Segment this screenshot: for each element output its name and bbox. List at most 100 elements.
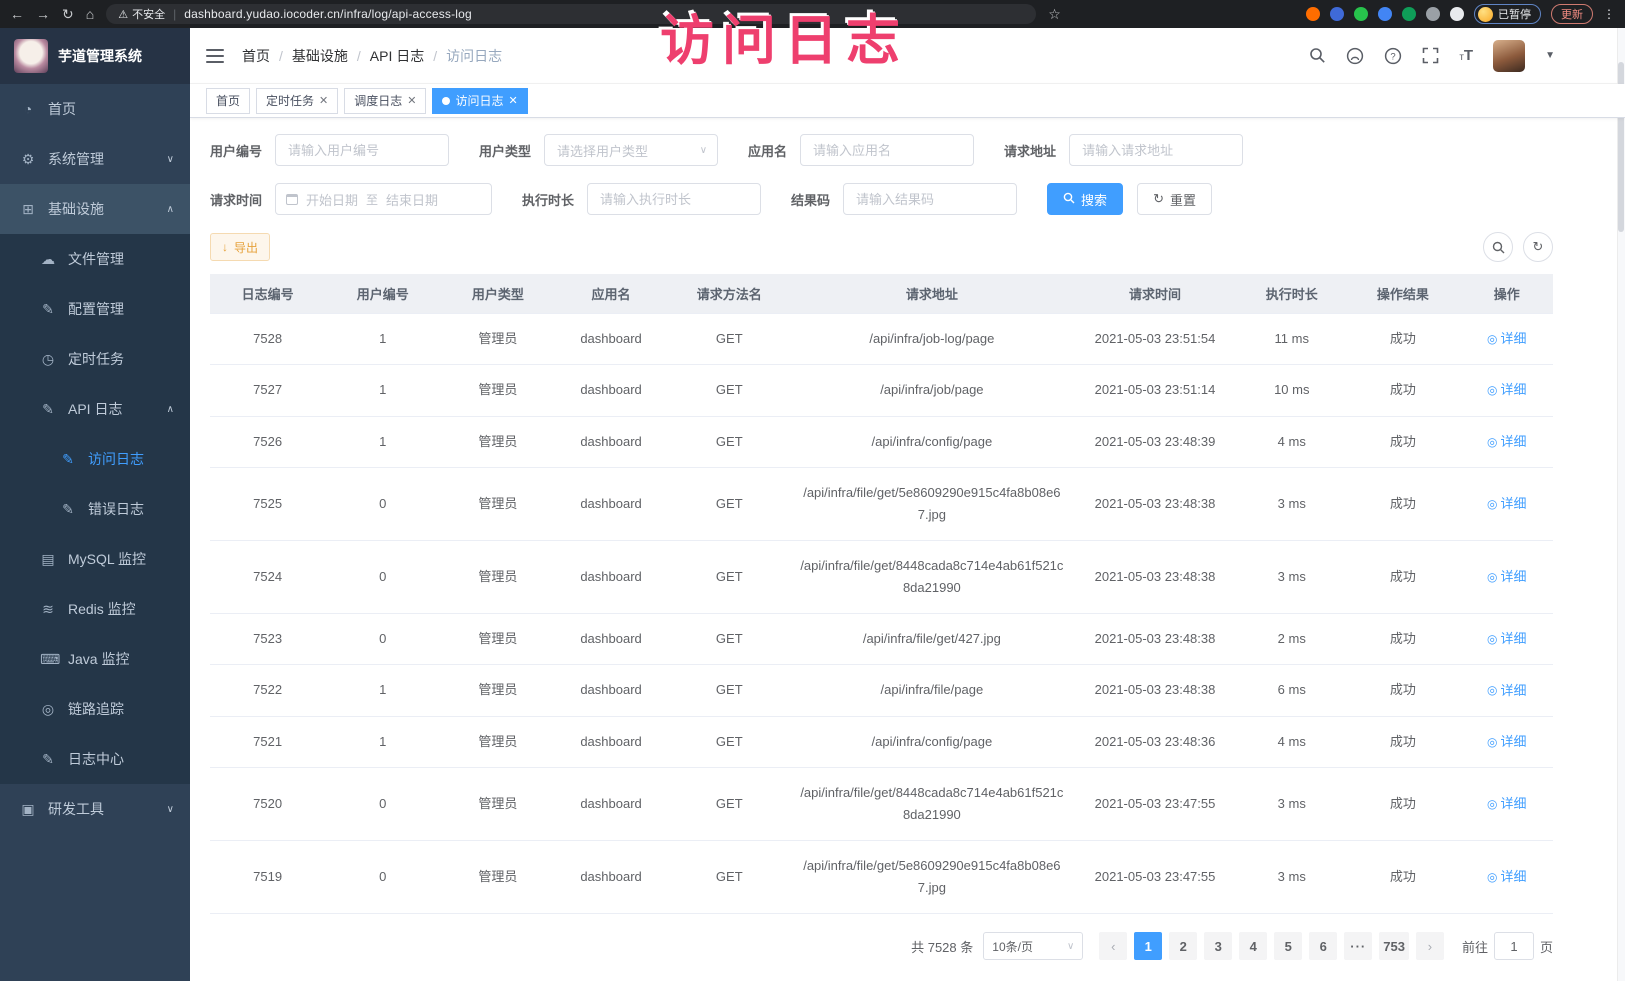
detail-link[interactable]: ◎详细	[1487, 680, 1527, 702]
app-name-input[interactable]	[800, 134, 974, 166]
app-logo[interactable]: 芋道管理系统	[0, 28, 190, 84]
pagination: 共 7528 条 10条/页 ∨ ‹ 1 2 3 4 5 6 ··· 753 ›	[210, 932, 1553, 960]
browser-profile-chip[interactable]: 已暂停	[1474, 4, 1541, 24]
goto-page-input[interactable]	[1494, 932, 1534, 960]
edit-icon: ✎	[40, 301, 56, 318]
chevron-down-icon[interactable]: ▼	[1545, 50, 1555, 61]
result-code-input[interactable]	[843, 183, 1017, 215]
extension-icon-3[interactable]	[1354, 7, 1368, 21]
sidebar-item-error-log[interactable]: ✎ 错误日志	[0, 484, 190, 534]
sidebar-item-config[interactable]: ✎ 配置管理	[0, 284, 190, 334]
request-url-input[interactable]	[1069, 134, 1243, 166]
tab-access-log[interactable]: 访问日志 ✕	[432, 88, 527, 114]
close-icon[interactable]: ✕	[407, 94, 416, 107]
sidebar-item-redis[interactable]: ≋ Redis 监控	[0, 584, 190, 634]
bookmark-star-icon[interactable]: ☆	[1048, 7, 1061, 21]
scrollbar-track[interactable]	[1617, 28, 1625, 981]
sidebar-item-job[interactable]: ◷ 定时任务	[0, 334, 190, 384]
log-icon: ✎	[60, 451, 76, 468]
extension-icon-1[interactable]	[1306, 7, 1320, 21]
extension-icon-5[interactable]	[1402, 7, 1416, 21]
table-row: 7519 0 管理员 dashboard GET /api/infra/file…	[210, 841, 1553, 914]
sidebar-item-trace[interactable]: ◎ 链路追踪	[0, 684, 190, 734]
browser-menu-icon[interactable]: ⋮	[1603, 7, 1615, 21]
sidebar-item-system[interactable]: ⚙ 系统管理 ∨	[0, 134, 190, 184]
search-icon[interactable]	[1309, 47, 1326, 64]
avatar[interactable]	[1493, 40, 1525, 72]
browser-back-icon[interactable]: ←	[10, 7, 24, 21]
export-button[interactable]: ↓ 导出	[210, 233, 270, 261]
sidebar-item-file[interactable]: ☁ 文件管理	[0, 234, 190, 284]
detail-link[interactable]: ◎详细	[1487, 566, 1527, 588]
browser-forward-icon[interactable]: →	[36, 7, 50, 21]
sidebar-item-infra[interactable]: ⊞ 基础设施 ∧	[0, 184, 190, 234]
breadcrumb-home[interactable]: 首页	[242, 46, 270, 66]
request-time-range-picker[interactable]: 开始日期 至 结束日期	[275, 183, 492, 215]
duration-input[interactable]	[587, 183, 761, 215]
page-button-4[interactable]: 4	[1239, 932, 1267, 960]
page-button-last[interactable]: 753	[1379, 932, 1409, 960]
github-icon[interactable]	[1346, 47, 1364, 65]
chevron-down-icon: ∨	[167, 154, 174, 165]
cell-user-id: 1	[325, 665, 440, 716]
extension-icon-7[interactable]	[1450, 7, 1464, 21]
col-result: 操作结果	[1345, 274, 1460, 314]
user-id-input[interactable]	[275, 134, 449, 166]
detail-link[interactable]: ◎详细	[1487, 731, 1527, 753]
detail-link[interactable]: ◎详细	[1487, 793, 1527, 815]
cell-url: /api/infra/job-log/page	[792, 314, 1072, 365]
breadcrumb-infra[interactable]: 基础设施	[292, 46, 348, 66]
close-icon[interactable]: ✕	[319, 94, 328, 107]
sidebar-item-access-log[interactable]: ✎ 访问日志	[0, 434, 190, 484]
detail-link[interactable]: ◎详细	[1487, 328, 1527, 350]
sidebar-item-log-center[interactable]: ✎ 日志中心	[0, 734, 190, 784]
prev-page-button[interactable]: ‹	[1099, 932, 1127, 960]
detail-link[interactable]: ◎详细	[1487, 628, 1527, 650]
font-size-icon[interactable]: тT	[1459, 48, 1473, 63]
page-url: dashboard.yudao.iocoder.cn/infra/log/api…	[184, 7, 472, 21]
sidebar-item-api-log[interactable]: ✎ API 日志 ∧	[0, 384, 190, 434]
page-size-select[interactable]: 10条/页 ∨	[983, 932, 1083, 960]
tab-job-log[interactable]: 调度日志 ✕	[344, 88, 426, 114]
address-bar[interactable]: ⚠不安全 | dashboard.yudao.iocoder.cn/infra/…	[106, 4, 1036, 24]
detail-link[interactable]: ◎详细	[1487, 866, 1527, 888]
cell-method: GET	[667, 365, 792, 416]
detail-link[interactable]: ◎详细	[1487, 493, 1527, 515]
log-icon: ✎	[40, 401, 56, 418]
extension-icon-2[interactable]	[1330, 7, 1344, 21]
not-secure-warning[interactable]: ⚠不安全	[118, 6, 165, 22]
user-type-select[interactable]: 请选择用户类型 ∨	[544, 134, 718, 166]
page-button-3[interactable]: 3	[1204, 932, 1232, 960]
next-page-button[interactable]: ›	[1416, 932, 1444, 960]
fullscreen-icon[interactable]	[1422, 47, 1439, 64]
sidebar-item-dev-tools[interactable]: ▣ 研发工具 ∨	[0, 784, 190, 834]
more-pages-button[interactable]: ···	[1344, 932, 1372, 960]
browser-reload-icon[interactable]: ↻	[62, 7, 74, 21]
browser-home-icon[interactable]: ⌂	[86, 7, 94, 21]
cell-result: 成功	[1345, 841, 1460, 914]
sidebar-item-home[interactable]: ◔ 首页	[0, 84, 190, 134]
reset-button[interactable]: ↻ 重置	[1137, 183, 1212, 215]
col-url: 请求地址	[792, 274, 1072, 314]
tab-job[interactable]: 定时任务 ✕	[256, 88, 338, 114]
col-user-id: 用户编号	[325, 274, 440, 314]
refresh-icon[interactable]: ↻	[1523, 232, 1553, 262]
detail-link[interactable]: ◎详细	[1487, 379, 1527, 401]
tab-home[interactable]: 首页	[206, 88, 250, 114]
close-icon[interactable]: ✕	[509, 94, 518, 107]
search-button[interactable]: 搜索	[1047, 183, 1123, 215]
breadcrumb-api-log[interactable]: API 日志	[370, 46, 424, 66]
browser-update-button[interactable]: 更新	[1551, 4, 1593, 24]
page-button-2[interactable]: 2	[1169, 932, 1197, 960]
detail-link[interactable]: ◎详细	[1487, 431, 1527, 453]
sidebar-item-mysql[interactable]: ▤ MySQL 监控	[0, 534, 190, 584]
hamburger-icon[interactable]	[206, 49, 224, 63]
page-button-5[interactable]: 5	[1274, 932, 1302, 960]
toggle-search-icon[interactable]	[1483, 232, 1513, 262]
page-button-1[interactable]: 1	[1134, 932, 1162, 960]
sidebar-item-java[interactable]: ⌨ Java 监控	[0, 634, 190, 684]
extension-icon-4[interactable]	[1378, 7, 1392, 21]
extension-icon-6[interactable]	[1426, 7, 1440, 21]
help-icon[interactable]: ?	[1384, 47, 1402, 65]
page-button-6[interactable]: 6	[1309, 932, 1337, 960]
